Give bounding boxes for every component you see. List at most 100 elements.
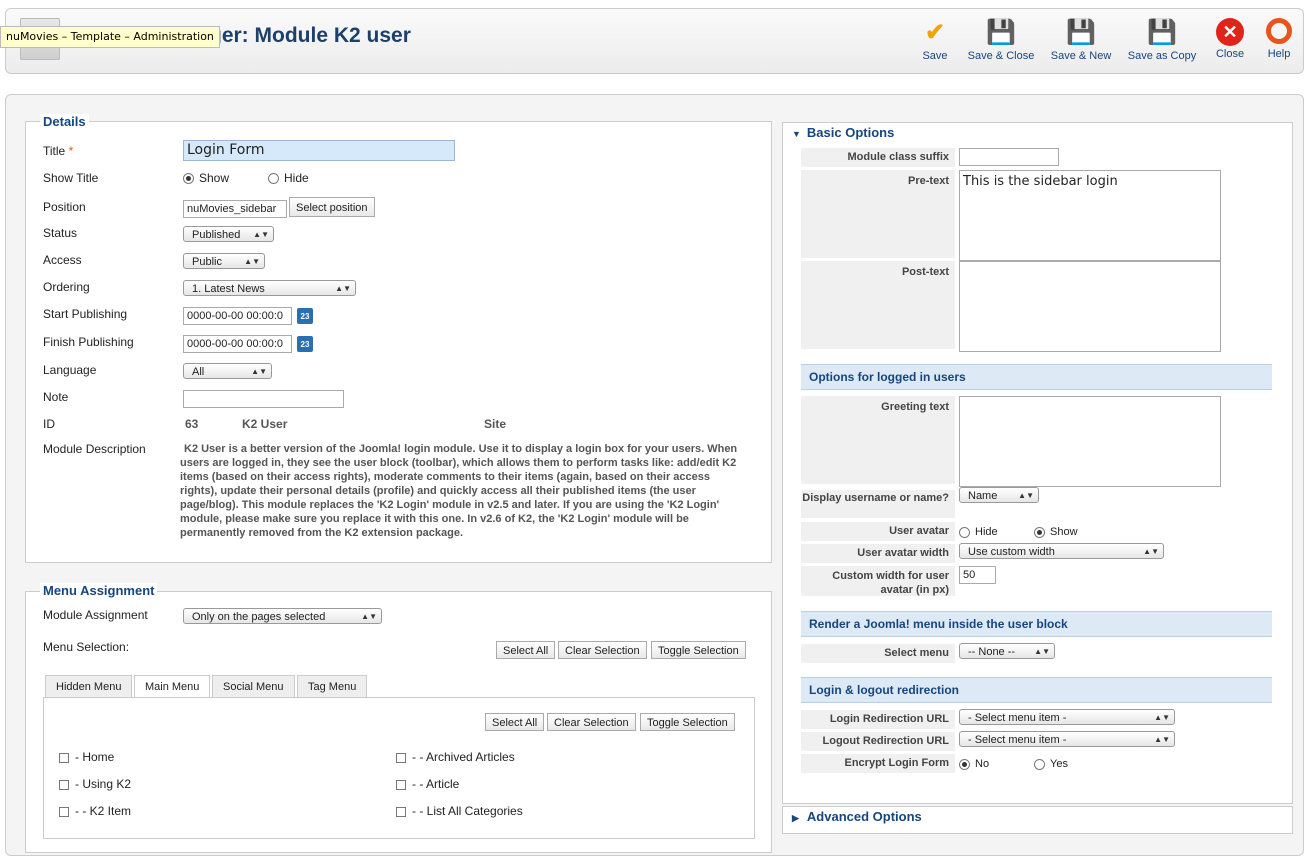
posttext-textarea[interactable]: [959, 261, 1221, 352]
language-label: Language: [43, 363, 97, 377]
checkbox-icon: [396, 779, 406, 790]
basic-options-toggle[interactable]: ▼ Basic Options: [792, 125, 894, 140]
menu-selection-label: Menu Selection:: [43, 640, 130, 654]
pretext-label: Pre-text: [801, 170, 955, 258]
custom-width-label: Custom width for user avatar (in px): [801, 566, 955, 596]
close-icon: ✕: [1216, 18, 1244, 46]
module-assignment-select[interactable]: Only on the pages selected ▲▼: [183, 608, 382, 624]
encrypt-label: Encrypt Login Form: [801, 754, 955, 773]
avatar-width-select[interactable]: Use custom width ▲▼: [959, 543, 1164, 559]
greeting-textarea[interactable]: [959, 396, 1221, 487]
logout-redirect-label: Logout Redirection URL: [801, 732, 955, 751]
calendar-icon[interactable]: 23: [297, 308, 313, 324]
tab-main-menu[interactable]: Main Menu: [134, 675, 211, 698]
suffix-input[interactable]: [959, 148, 1059, 166]
start-publishing-input[interactable]: 0000-00-00 00:00:0: [183, 307, 292, 325]
access-select[interactable]: Public ▲▼: [183, 253, 265, 269]
checkbox-icon: [59, 752, 69, 763]
module-type: K2 User: [242, 417, 288, 431]
radio-icon: [959, 526, 970, 538]
title-input[interactable]: Login Form: [183, 140, 455, 161]
calendar-icon[interactable]: 23: [297, 336, 313, 352]
encrypt-yes-radio[interactable]: Yes: [1034, 758, 1068, 770]
floppy-disk-copy-icon: 💾: [1147, 19, 1177, 46]
radio-icon: [1034, 526, 1045, 538]
select-position-button[interactable]: Select position: [289, 197, 375, 217]
panel-toggle-selection-button[interactable]: Toggle Selection: [640, 713, 735, 731]
avatar-show-radio[interactable]: Show: [1034, 526, 1078, 538]
custom-width-input[interactable]: 50: [959, 566, 996, 584]
login-redirect-label: Login Redirection URL: [801, 710, 955, 729]
chevron-updown-icon: ▲▼: [1143, 547, 1159, 556]
save-button[interactable]: ✔ Save: [918, 18, 952, 62]
checkmark-icon: ✔: [924, 19, 946, 46]
lifebuoy-icon: [1266, 18, 1292, 44]
tab-social-menu[interactable]: Social Menu: [212, 675, 295, 697]
tab-hidden-menu[interactable]: Hidden Menu: [45, 675, 133, 697]
module-description-label: Module Description: [43, 442, 146, 456]
module-client: Site: [484, 417, 507, 431]
logged-in-options-header: Options for logged in users: [801, 364, 1272, 390]
chevron-updown-icon: ▲▼: [1018, 491, 1034, 500]
menu-item-checkbox[interactable]: - - Archived Articles: [396, 750, 515, 764]
user-avatar-label: User avatar: [801, 522, 955, 541]
start-publishing-label: Start Publishing: [43, 307, 128, 321]
login-redirect-select[interactable]: - Select menu item - ▲▼: [959, 709, 1175, 725]
advanced-options-toggle[interactable]: ▶ Advanced Options: [792, 809, 922, 824]
ordering-select[interactable]: 1. Latest News ▲▼: [183, 280, 356, 296]
tab-tag-menu[interactable]: Tag Menu: [297, 675, 368, 697]
ordering-label: Ordering: [43, 280, 90, 294]
select-menu-select[interactable]: -- None -- ▲▼: [959, 643, 1055, 659]
display-name-select[interactable]: Name ▲▼: [959, 487, 1039, 503]
show-title-hide-radio[interactable]: Hide: [268, 171, 309, 185]
checkbox-icon: [396, 806, 406, 817]
page-title: ger: Module K2 user: [209, 24, 411, 47]
finish-publishing-label: Finish Publishing: [43, 335, 134, 349]
chevron-updown-icon: ▲▼: [251, 367, 267, 376]
id-label: ID: [43, 417, 55, 431]
access-label: Access: [43, 253, 82, 267]
menu-assignment-legend: Menu Assignment: [40, 583, 158, 598]
language-select[interactable]: All ▲▼: [183, 363, 272, 379]
menu-item-checkbox[interactable]: - - Article: [396, 777, 459, 791]
toggle-selection-button[interactable]: Toggle Selection: [651, 641, 746, 659]
save-close-button[interactable]: 💾 Save & Close: [966, 18, 1036, 62]
close-button[interactable]: ✕ Close: [1212, 18, 1248, 60]
menu-item-checkbox[interactable]: - Using K2: [59, 777, 131, 791]
encrypt-no-radio[interactable]: No: [959, 758, 989, 770]
render-menu-header: Render a Joomla! menu inside the user bl…: [801, 611, 1272, 637]
menu-item-checkbox[interactable]: - - List All Categories: [396, 804, 523, 818]
suffix-label: Module class suffix: [801, 148, 955, 167]
radio-icon: [959, 758, 970, 770]
select-all-button[interactable]: Select All: [496, 641, 556, 659]
radio-icon: [1034, 758, 1045, 770]
clear-selection-button[interactable]: Clear Selection: [558, 641, 647, 659]
menu-item-checkbox[interactable]: - - K2 Item: [59, 804, 131, 818]
chevron-updown-icon: ▲▼: [244, 257, 260, 266]
chevron-updown-icon: ▲▼: [361, 612, 377, 621]
tooltip: nuMovies – Template – Administration: [0, 26, 220, 48]
panel-clear-selection-button[interactable]: Clear Selection: [547, 713, 636, 731]
module-assignment-label: Module Assignment: [43, 608, 148, 622]
id-value: 63: [185, 417, 199, 431]
chevron-down-icon: ▼: [792, 129, 801, 139]
save-copy-button[interactable]: 💾 Save as Copy: [1126, 18, 1198, 62]
panel-select-all-button[interactable]: Select All: [485, 713, 545, 731]
position-input[interactable]: nuMovies_sidebar: [183, 200, 287, 218]
pretext-textarea[interactable]: This is the sidebar login: [959, 170, 1221, 261]
status-label: Status: [43, 226, 78, 240]
note-input[interactable]: [183, 390, 344, 408]
note-label: Note: [43, 390, 69, 404]
radio-icon: [183, 173, 194, 185]
help-button[interactable]: Help: [1262, 18, 1296, 60]
show-title-show-radio[interactable]: Show: [183, 171, 229, 185]
menu-item-checkbox[interactable]: - Home: [59, 750, 114, 764]
redirection-header: Login & logout redirection: [801, 677, 1272, 703]
logout-redirect-select[interactable]: - Select menu item - ▲▼: [959, 731, 1175, 747]
avatar-hide-radio[interactable]: Hide: [959, 526, 998, 538]
floppy-disk-icon: 💾: [986, 19, 1016, 46]
save-new-button[interactable]: 💾 Save & New: [1049, 18, 1113, 62]
finish-publishing-input[interactable]: 0000-00-00 00:00:0: [183, 335, 292, 353]
status-select[interactable]: Published ▲▼: [183, 226, 274, 242]
title-label: Title *: [43, 144, 74, 158]
